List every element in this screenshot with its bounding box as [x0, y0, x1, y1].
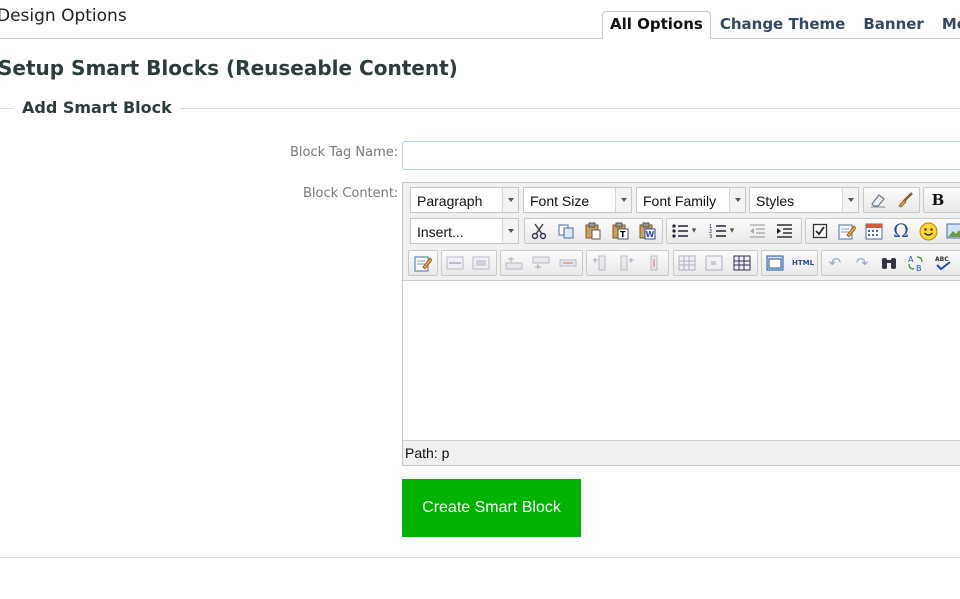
- paste-text-icon[interactable]: T: [610, 221, 630, 241]
- calendar-icon[interactable]: [864, 221, 884, 241]
- format-select-value: Paragraph: [417, 193, 483, 209]
- view-toolbar-group: HTML: [761, 250, 818, 276]
- clipboard-toolbar-group: T W: [524, 218, 663, 244]
- block-content-label: Block Content:: [303, 186, 399, 201]
- editor-path-status: Path: p: [405, 445, 450, 461]
- paste-word-icon[interactable]: W: [637, 221, 657, 241]
- svg-text:T: T: [620, 230, 626, 239]
- style-toolbar-group: [408, 250, 438, 276]
- paste-icon[interactable]: [583, 221, 603, 241]
- insert-select-value: Insert...: [417, 224, 464, 240]
- insert-toolbar-group: Ω: [805, 218, 960, 244]
- cleanup-toolbar-group: [863, 187, 920, 213]
- tab-change-theme[interactable]: Change Theme: [711, 11, 855, 39]
- format-select[interactable]: Paragraph: [410, 187, 519, 213]
- replace-icon[interactable]: AB: [906, 253, 926, 273]
- row-insert-before-icon[interactable]: [504, 253, 524, 273]
- copy-icon[interactable]: [556, 221, 576, 241]
- checkbox-icon[interactable]: [810, 221, 830, 241]
- svg-text:ABC: ABC: [935, 256, 949, 263]
- tab-all-options[interactable]: All Options: [602, 11, 711, 39]
- table-row-toolbar-group: [500, 250, 583, 276]
- col-delete-icon[interactable]: [644, 253, 664, 273]
- eraser-icon[interactable]: [868, 190, 888, 210]
- fieldset-legend: Add Smart Block: [14, 98, 180, 117]
- chevron-down-icon: [615, 188, 631, 212]
- numbered-list-icon[interactable]: 123: [708, 221, 728, 241]
- emoticon-icon[interactable]: [918, 221, 938, 241]
- editor-content-area[interactable]: [403, 280, 960, 441]
- tab-menu[interactable]: Menu: [933, 11, 960, 39]
- styles-select[interactable]: Styles: [749, 187, 859, 213]
- list-toolbar-group: ▾ 123 ▾: [666, 218, 802, 244]
- redo-icon[interactable]: ↷: [852, 253, 872, 273]
- tab-bar: All Options Change Theme Banner Menu: [602, 11, 960, 39]
- special-character-icon[interactable]: Ω: [891, 221, 911, 241]
- font-family-select-value: Font Family: [643, 193, 717, 209]
- rule-toolbar-group: [441, 250, 497, 276]
- block-tag-name-input[interactable]: [402, 141, 960, 170]
- image-icon[interactable]: [945, 221, 960, 241]
- col-insert-before-icon[interactable]: [590, 253, 610, 273]
- edit-form-icon[interactable]: [837, 221, 857, 241]
- create-smart-block-button[interactable]: Create Smart Block: [402, 479, 581, 537]
- bullet-list-options-icon[interactable]: ▾: [689, 221, 699, 241]
- chevron-down-icon: [729, 188, 745, 212]
- cell-props-icon[interactable]: [704, 253, 724, 273]
- row-insert-after-icon[interactable]: [531, 253, 551, 273]
- rich-text-editor: Paragraph Font Size Font Family Styles B…: [402, 182, 960, 466]
- svg-text:3: 3: [709, 234, 712, 239]
- font-size-select[interactable]: Font Size: [523, 187, 632, 213]
- font-family-select[interactable]: Font Family: [636, 187, 746, 213]
- row-delete-icon[interactable]: [558, 253, 578, 273]
- outdent-icon[interactable]: [747, 221, 767, 241]
- section-title: Setup Smart Blocks (Reuseable Content): [0, 56, 458, 80]
- table-icon[interactable]: [732, 253, 752, 273]
- block-tag-name-label: Block Tag Name:: [290, 145, 399, 160]
- font-size-select-value: Font Size: [530, 193, 590, 209]
- layer-icon[interactable]: [471, 253, 491, 273]
- chevron-down-icon: [502, 188, 518, 212]
- edit-style-icon[interactable]: [413, 253, 433, 273]
- page-title: Design Options: [0, 6, 127, 26]
- html-source-icon[interactable]: HTML: [791, 253, 815, 273]
- numbered-list-options-icon[interactable]: ▾: [727, 221, 737, 241]
- brush-icon[interactable]: [895, 190, 915, 210]
- chevron-down-icon: [842, 188, 858, 212]
- styles-select-value: Styles: [756, 193, 795, 209]
- table-toolbar-group: [673, 250, 758, 276]
- preview-icon[interactable]: [765, 253, 785, 273]
- bullet-list-icon[interactable]: [670, 221, 690, 241]
- find-icon[interactable]: [879, 253, 899, 273]
- table-props-icon[interactable]: [677, 253, 697, 273]
- cut-icon[interactable]: [529, 221, 549, 241]
- chevron-down-icon: [502, 219, 518, 243]
- history-toolbar-group: ↶ ↷ AB ABC: [821, 250, 960, 276]
- tab-banner[interactable]: Banner: [854, 11, 932, 39]
- insert-select[interactable]: Insert...: [410, 218, 519, 244]
- col-insert-after-icon[interactable]: [617, 253, 637, 273]
- horizontal-rule-icon[interactable]: [445, 253, 465, 273]
- spellcheck-icon[interactable]: ABC: [933, 253, 953, 273]
- text-format-toolbar-group: B: [923, 187, 960, 213]
- svg-text:A: A: [908, 255, 914, 264]
- svg-text:B: B: [916, 264, 922, 272]
- indent-icon[interactable]: [774, 221, 794, 241]
- form-divider: [0, 557, 960, 558]
- bold-icon[interactable]: B: [928, 190, 948, 210]
- svg-text:W: W: [646, 230, 655, 239]
- table-col-toolbar-group: [586, 250, 669, 276]
- undo-icon[interactable]: ↶: [825, 253, 845, 273]
